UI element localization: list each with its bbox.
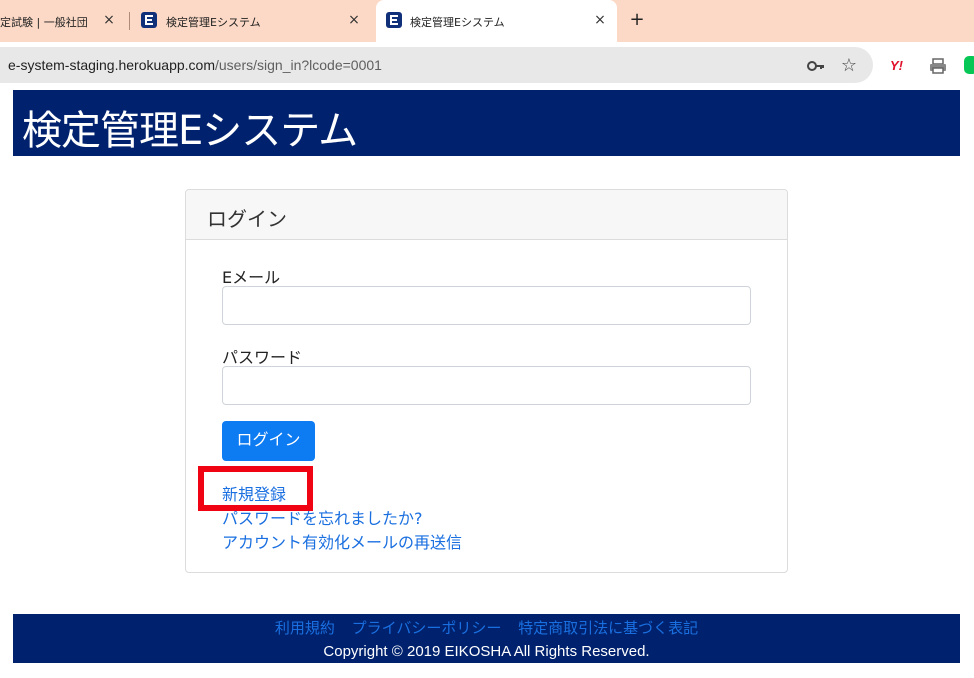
tab-close-icon[interactable]: × — [592, 11, 608, 29]
printer-icon[interactable] — [928, 56, 948, 76]
tab-close-icon[interactable]: × — [101, 11, 117, 29]
tab-title: 検定管理Eシステム — [166, 16, 261, 29]
tab-1[interactable]: 定試験 | 一般社団 × — [0, 0, 128, 42]
terms-link[interactable]: 利用規約 — [275, 619, 335, 637]
tab-separator — [129, 12, 130, 30]
card-title: ログイン — [207, 207, 287, 231]
tab-3-active[interactable]: 検定管理Eシステム × — [376, 0, 617, 42]
yahoo-extension-icon[interactable]: Y! — [890, 56, 910, 76]
copyright-text: Copyright © 2019 EIKOSHA All Rights Rese… — [323, 643, 650, 660]
new-tab-button[interactable]: + — [626, 9, 648, 31]
key-icon[interactable] — [806, 56, 826, 76]
tab-strip: 定試験 | 一般社団 × 検定管理Eシステム × 検定管理Eシステム × + — [0, 0, 974, 42]
highlight-box — [198, 466, 313, 511]
address-bar[interactable]: e-system-staging.herokuapp.com/users/sig… — [0, 47, 873, 83]
line-extension-icon[interactable] — [964, 56, 974, 74]
email-field[interactable] — [222, 286, 751, 325]
tab-close-icon[interactable]: × — [346, 11, 362, 29]
card-header: ログイン — [186, 190, 787, 240]
email-label: Eメール — [222, 268, 281, 287]
site-footer: 利用規約 プライバシーポリシー 特定商取引法に基づく表記 Copyright ©… — [13, 614, 960, 663]
resend-confirmation-link[interactable]: アカウント有効化メールの再送信 — [222, 529, 462, 553]
bookmark-star-icon[interactable]: ☆ — [839, 56, 859, 76]
login-card: ログイン Eメール パスワード ログイン 新規登録 パスワードを忘れましたか? … — [185, 189, 788, 573]
url-host: e-system-staging.herokuapp.com — [8, 57, 215, 73]
privacy-policy-link[interactable]: プライバシーポリシー — [352, 619, 502, 637]
footer-links: 利用規約 プライバシーポリシー 特定商取引法に基づく表記 — [13, 617, 960, 638]
password-label: パスワード — [222, 348, 303, 367]
site-favicon-icon — [141, 12, 157, 28]
site-header: 検定管理Eシステム — [13, 90, 960, 156]
tab-title: 定試験 | 一般社団 — [0, 16, 88, 29]
url-path: /users/sign_in?lcode=0001 — [215, 57, 382, 73]
tab-title: 検定管理Eシステム — [410, 16, 505, 29]
site-title[interactable]: 検定管理Eシステム — [22, 98, 358, 156]
commercial-transactions-link[interactable]: 特定商取引法に基づく表記 — [518, 619, 698, 637]
site-favicon-icon — [386, 12, 402, 28]
url-text[interactable]: e-system-staging.herokuapp.com/users/sig… — [8, 57, 382, 73]
login-button[interactable]: ログイン — [222, 421, 315, 461]
tab-2[interactable]: 検定管理Eシステム × — [134, 0, 374, 42]
browser-toolbar: e-system-staging.herokuapp.com/users/sig… — [0, 42, 974, 90]
password-field[interactable] — [222, 366, 751, 405]
